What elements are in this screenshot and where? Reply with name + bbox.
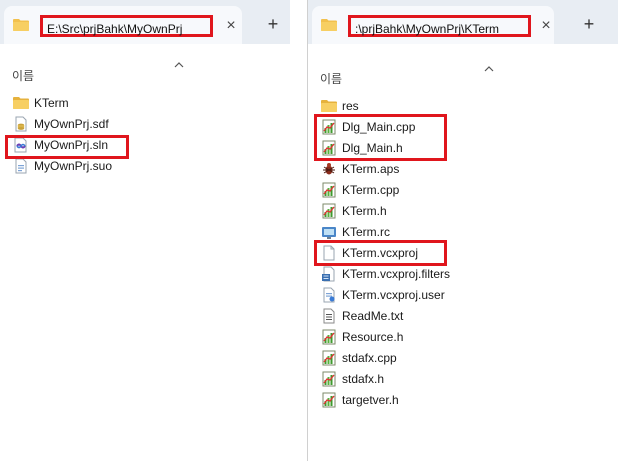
window-gap bbox=[290, 0, 307, 461]
file-name: ReadMe.txt bbox=[342, 309, 404, 323]
column-header-name[interactable]: 이름 bbox=[320, 70, 342, 87]
list-item[interactable]: KTerm.h bbox=[308, 201, 618, 222]
file-name: Resource.h bbox=[342, 330, 404, 344]
header-file-icon bbox=[322, 392, 336, 408]
cpp-file-icon bbox=[322, 350, 336, 366]
list-item[interactable]: stdafx.h bbox=[308, 369, 618, 390]
file-name: KTerm.h bbox=[342, 204, 387, 218]
explorer-window-right: :\prjBahk\MyOwnPrj\KTerm × + 이름 res Dlg_… bbox=[307, 0, 618, 461]
file-name: KTerm.vcxproj.filters bbox=[342, 267, 451, 281]
list-item[interactable]: targetver.h bbox=[308, 390, 618, 411]
tab-kterm[interactable]: :\prjBahk\MyOwnPrj\KTerm × bbox=[312, 6, 554, 44]
file-name: targetver.h bbox=[342, 393, 399, 407]
suo-file-icon bbox=[15, 158, 27, 174]
file-name: res bbox=[342, 99, 359, 113]
highlight-box-vcxproj bbox=[314, 240, 447, 266]
tab-title: :\prjBahk\MyOwnPrj\KTerm bbox=[348, 15, 531, 37]
rc-file-icon bbox=[322, 227, 336, 239]
tab-myownprj[interactable]: E:\Src\prjBahk\MyOwnPrj × bbox=[4, 6, 242, 44]
folder-icon bbox=[13, 19, 29, 31]
header-file-icon bbox=[322, 371, 336, 387]
sort-ascending-icon bbox=[484, 66, 494, 72]
list-item[interactable]: KTerm bbox=[0, 93, 290, 114]
tab-bar: E:\Src\prjBahk\MyOwnPrj × + bbox=[0, 0, 290, 44]
aps-file-icon bbox=[323, 163, 335, 175]
list-item[interactable]: KTerm.vcxproj.filters bbox=[308, 264, 618, 285]
file-name: KTerm.rc bbox=[342, 225, 390, 239]
list-item[interactable]: stdafx.cpp bbox=[308, 348, 618, 369]
list-item[interactable]: MyOwnPrj.sdf bbox=[0, 114, 290, 135]
file-name: KTerm.vcxproj.user bbox=[342, 288, 445, 302]
header-file-icon bbox=[322, 203, 336, 219]
list-item[interactable]: Resource.h bbox=[308, 327, 618, 348]
close-tab-button[interactable]: × bbox=[535, 15, 557, 37]
file-name: KTerm bbox=[34, 96, 69, 110]
close-tab-button[interactable]: × bbox=[220, 15, 242, 37]
header-file-icon bbox=[322, 329, 336, 345]
user-file-icon bbox=[323, 287, 335, 303]
file-name: MyOwnPrj.sdf bbox=[34, 117, 109, 131]
file-name: MyOwnPrj.suo bbox=[34, 159, 113, 173]
file-name: stdafx.cpp bbox=[342, 351, 397, 365]
file-name: KTerm.cpp bbox=[342, 183, 400, 197]
explorer-window-left: E:\Src\prjBahk\MyOwnPrj × + 이름 KTerm MyO… bbox=[0, 0, 290, 461]
new-tab-button[interactable]: + bbox=[578, 13, 600, 35]
tab-bar: :\prjBahk\MyOwnPrj\KTerm × + bbox=[308, 0, 618, 44]
filters-file-icon bbox=[322, 266, 335, 282]
text-file-icon bbox=[323, 308, 335, 324]
list-item[interactable]: KTerm.cpp bbox=[308, 180, 618, 201]
new-tab-button[interactable]: + bbox=[262, 13, 284, 35]
folder-icon bbox=[321, 100, 337, 112]
highlight-box-sln bbox=[5, 135, 129, 159]
list-item[interactable]: KTerm.vcxproj.user bbox=[308, 285, 618, 306]
sort-ascending-icon bbox=[174, 62, 184, 68]
file-name: KTerm.aps bbox=[342, 162, 400, 176]
folder-icon bbox=[13, 97, 29, 109]
cpp-file-icon bbox=[322, 182, 336, 198]
list-item[interactable]: KTerm.aps bbox=[308, 159, 618, 180]
folder-icon bbox=[321, 19, 337, 31]
list-item[interactable]: MyOwnPrj.suo bbox=[0, 156, 290, 177]
file-name: stdafx.h bbox=[342, 372, 385, 386]
sdf-file-icon bbox=[15, 116, 27, 132]
column-header-name[interactable]: 이름 bbox=[12, 67, 34, 84]
highlight-box-dlg-main bbox=[314, 114, 447, 161]
tab-title: E:\Src\prjBahk\MyOwnPrj bbox=[40, 15, 213, 37]
list-item[interactable]: ReadMe.txt bbox=[308, 306, 618, 327]
